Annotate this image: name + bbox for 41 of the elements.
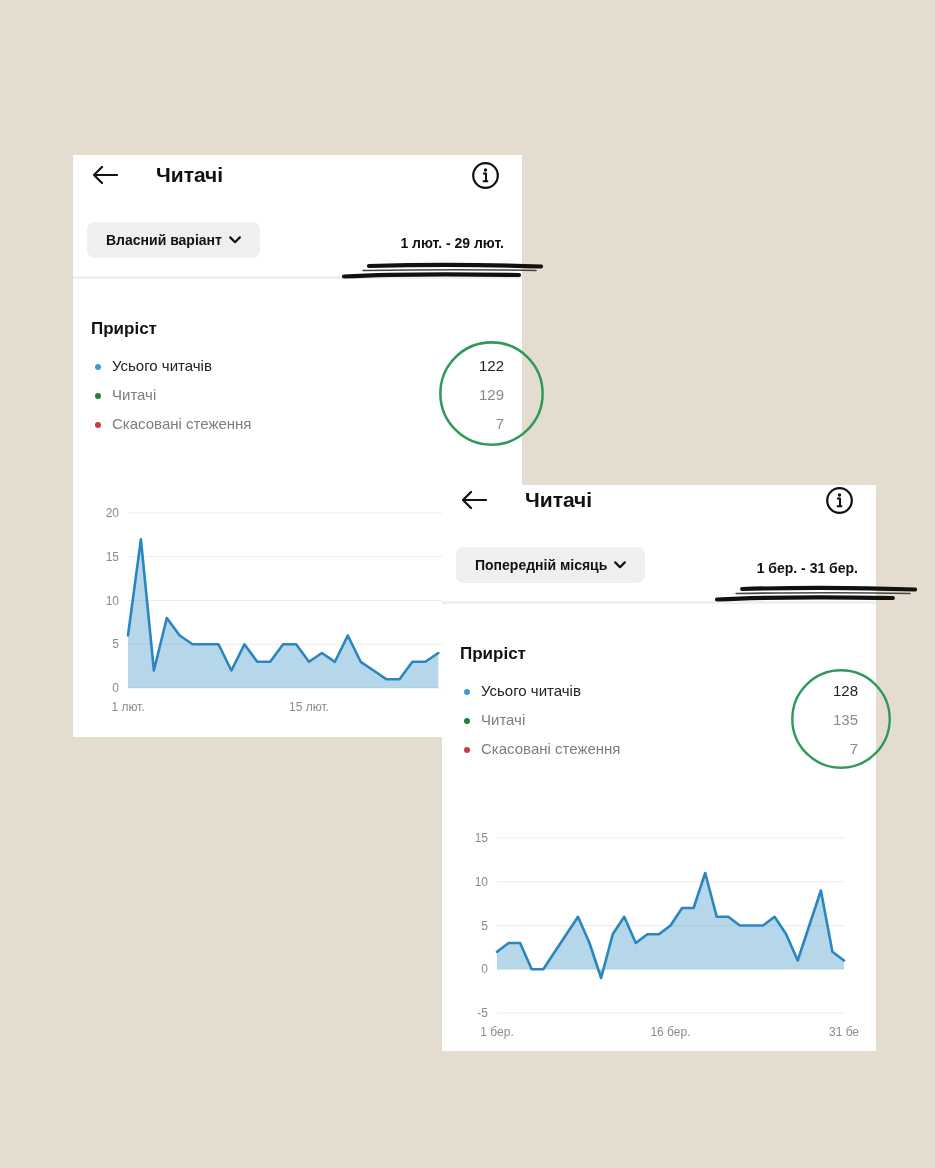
metric-value: 122 (478, 356, 504, 377)
page-title: Читачі (525, 487, 593, 513)
info-icon[interactable] (826, 486, 853, 514)
page-title: Читачі (156, 162, 224, 188)
chevron-down-icon (228, 236, 241, 244)
period-dropdown[interactable]: Власний варіант (87, 222, 260, 258)
x-axis-label: 31 бе (828, 1025, 860, 1039)
x-axis-label: 16 бер. (650, 1025, 691, 1039)
x-axis-label: 1 бер. (480, 1025, 514, 1039)
y-axis-label: 20 (105, 506, 119, 520)
y-axis-label: 15 (474, 831, 488, 845)
y-axis-label: -5 (477, 1006, 488, 1020)
section-title: Приріст (91, 318, 158, 340)
y-axis-label: 0 (112, 681, 119, 695)
metric-label: Читачі (481, 710, 526, 731)
metric-label: Читачі (112, 385, 157, 406)
metric-value: 128 (832, 681, 858, 702)
metric-value: 129 (478, 385, 504, 406)
x-axis-label: 1 лют. (111, 700, 145, 714)
x-axis-label: 15 лют. (289, 700, 329, 714)
metric-value: 7 (849, 739, 858, 760)
y-axis-label: 10 (105, 593, 119, 608)
chevron-down-icon (614, 561, 627, 569)
metric-label: Усього читачів (112, 356, 212, 377)
metric-value: 135 (832, 710, 858, 731)
date-range: 1 лют. - 29 лют. (400, 233, 504, 253)
metric-value: 7 (495, 414, 504, 435)
y-axis-label: 15 (105, 549, 119, 564)
period-dropdown[interactable]: Попередній місяць (456, 547, 646, 583)
y-axis-label: 10 (474, 874, 488, 889)
y-axis-label: 5 (481, 918, 488, 933)
y-axis-label: 5 (112, 637, 119, 652)
metric-label: Скасовані стеження (112, 414, 252, 435)
back-icon[interactable] (92, 166, 118, 184)
y-axis-label: 0 (481, 962, 488, 977)
date-range: 1 бер. - 31 бер. (756, 558, 858, 578)
metric-label: Усього читачів (481, 681, 581, 702)
info-icon[interactable] (472, 161, 499, 189)
back-icon[interactable] (461, 491, 487, 509)
metric-label: Скасовані стеження (481, 739, 621, 760)
section-title: Приріст (460, 643, 527, 665)
